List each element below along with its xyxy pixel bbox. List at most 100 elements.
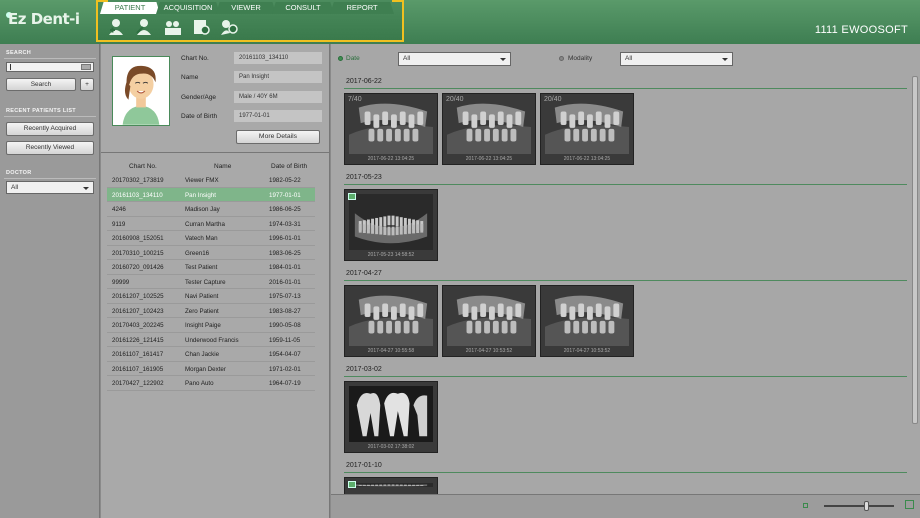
image-timestamp: 2017-06-22 13:04:25: [465, 156, 513, 162]
divider: [344, 472, 907, 473]
search-patient-icon[interactable]: [218, 17, 240, 37]
title-bar: Ez Dent-i PATIENT ACQUISITION VIEWER CON…: [0, 0, 920, 44]
image-thumbnail[interactable]: 20/40 2017-06-22 13:04:25: [442, 93, 536, 165]
image-group-date: 2017-01-10: [346, 462, 382, 469]
zoom-slider-handle[interactable]: [864, 501, 869, 511]
divider: [344, 184, 907, 185]
xray-image: [349, 386, 433, 442]
brand-label: 1111 EWOOSOFT: [814, 24, 908, 36]
image-group-date: 2017-06-22: [346, 78, 382, 85]
table-row[interactable]: 20170403_202245 Insight Paige 1990-05-08: [107, 318, 315, 333]
date-select[interactable]: All: [398, 52, 511, 66]
modality-radio[interactable]: [559, 56, 564, 61]
image-thumbnail[interactable]: 2017-04-27 10:55:58: [344, 285, 438, 357]
cell-name: Vatech Man: [185, 235, 218, 242]
divider: [344, 280, 907, 281]
table-row[interactable]: 20161226_121415 Underwood Francis 1959-11-…: [107, 333, 315, 347]
tab-patient[interactable]: PATIENT: [100, 2, 160, 14]
image-thumbnail[interactable]: 2017-03-02 17:38:02: [344, 381, 438, 453]
search-input[interactable]: [6, 62, 94, 72]
table-row[interactable]: 20161103_134110 Pan Insight 1977-01-01: [107, 187, 315, 202]
xray-image: [349, 98, 433, 154]
table-row[interactable]: 4246 Madison Jay 1986-06-25: [107, 202, 315, 217]
cell-dob: 1983-08-27: [269, 307, 301, 315]
table-row[interactable]: 20170427_122902 Pano Auto 1964-07-19: [107, 376, 315, 391]
cell-dob: 1983-06-25: [269, 249, 301, 257]
cell-chart-no: 20170427_122902: [112, 380, 164, 387]
gender-age-label: Gender/Age: [181, 94, 217, 101]
table-row[interactable]: 9119 Curran Martha 1974-03-31: [107, 217, 315, 231]
cell-chart-no: 20161226_121415: [112, 336, 164, 344]
patient-group-icon[interactable]: [162, 17, 184, 37]
vertical-scrollbar[interactable]: [912, 76, 918, 424]
image-timestamp: 2017-03-02 17:38:02: [367, 444, 415, 450]
cell-dob: 1975-07-13: [269, 293, 301, 300]
image-panel: Date All Modality All 2017-06-22 7/40 2017…: [331, 44, 920, 518]
xray-image: [349, 290, 433, 346]
xray-image: [349, 482, 433, 487]
tab-consult[interactable]: CONSULT: [272, 2, 334, 14]
table-row[interactable]: 99999 Tester Capture 2016-01-01: [107, 275, 315, 289]
zoom-slider[interactable]: [824, 501, 894, 511]
cell-name: Viewer FMX: [185, 177, 219, 184]
folder-icon: [348, 481, 356, 488]
cell-name: Chan Jackie: [185, 351, 220, 358]
col-chart-no[interactable]: Chart No.: [129, 163, 157, 170]
recently-viewed-button[interactable]: Recently Viewed: [6, 141, 94, 155]
cell-name: Insight Paige: [185, 322, 221, 329]
modality-select[interactable]: All: [620, 52, 733, 66]
table-row[interactable]: 20170310_100215 Green16 1983-06-25: [107, 246, 315, 260]
image-group-date: 2017-05-23: [346, 174, 382, 181]
import-icon[interactable]: [190, 17, 212, 37]
chart-no-label: Chart No.: [181, 55, 209, 62]
image-thumbnail[interactable]: 2017-05-23 14:58:52: [344, 189, 438, 261]
table-row[interactable]: 20160720_091426 Test Patient 1984-01-01: [107, 260, 315, 275]
tab-acquisition[interactable]: ACQUISITION: [156, 2, 220, 14]
patient-table-header: Chart No. Name Date of Birth: [107, 161, 315, 173]
cell-dob: 1971-02-01: [269, 365, 301, 373]
cell-dob: 2016-01-01: [269, 278, 301, 286]
add-patient-icon[interactable]: [106, 17, 128, 37]
plus-button[interactable]: +: [80, 78, 94, 91]
col-dob[interactable]: Date of Birth: [271, 163, 307, 170]
zoom-out-icon[interactable]: [803, 503, 808, 508]
divider: [4, 178, 96, 179]
table-row[interactable]: 20161107_161417 Chan Jackie 1954-04-07: [107, 347, 315, 362]
table-row[interactable]: 20160908_152051 Vatech Man 1996-01-01: [107, 231, 315, 246]
table-row[interactable]: 20161207_102423 Zero Patient 1983-08-27: [107, 304, 315, 318]
cell-dob: 1984-01-01: [269, 264, 301, 271]
image-timestamp: 2017-05-23 14:58:52: [367, 252, 415, 258]
search-section-title: SEARCH: [6, 50, 32, 56]
cell-chart-no: 4246: [112, 206, 126, 213]
table-row[interactable]: 20170302_173819 Viewer FMX 1982-05-22: [107, 173, 315, 188]
tab-report[interactable]: REPORT: [330, 2, 394, 14]
col-name[interactable]: Name: [214, 163, 231, 170]
modality-select-value: All: [625, 55, 633, 62]
more-details-button[interactable]: More Details: [236, 130, 320, 144]
image-thumbnail[interactable]: 2017-04-27 10:53:52: [540, 285, 634, 357]
main-tab-strip: PATIENT ACQUISITION VIEWER CONSULT REPOR…: [96, 0, 404, 42]
cell-chart-no: 20170403_202245: [112, 322, 164, 329]
image-thumbnail[interactable]: 2017-04-27 10:53:52: [442, 285, 536, 357]
patient-panel: Chart No. 20161103_134110 Name Pan Insig…: [101, 44, 330, 518]
cell-chart-no: 20161103_134110: [112, 191, 163, 199]
image-thumbnail[interactable]: 7/40 2017-06-22 13:04:25: [344, 93, 438, 165]
table-row[interactable]: 20161107_161905 Morgan Dexter 1971-02-01: [107, 362, 315, 376]
keyboard-icon[interactable]: [81, 64, 91, 70]
zoom-in-icon[interactable]: [905, 500, 914, 509]
chart-no-value: 20161103_134110: [234, 52, 322, 64]
date-radio[interactable]: [338, 56, 343, 61]
cell-chart-no: 20161207_102525: [112, 293, 164, 300]
recently-acquired-button[interactable]: Recently Acquired: [6, 122, 94, 136]
table-row[interactable]: 20161207_102525 Navi Patient 1975-07-13: [107, 289, 315, 304]
tab-viewer[interactable]: VIEWER: [216, 2, 276, 14]
cell-chart-no: 9119: [112, 220, 126, 228]
image-count-badge: 20/40: [544, 96, 562, 103]
image-thumbnail[interactable]: 20/40 2017-06-22 13:04:25: [540, 93, 634, 165]
cell-name: Zero Patient: [185, 307, 219, 315]
cell-name: Tester Capture: [185, 278, 226, 286]
search-button[interactable]: Search: [6, 78, 76, 91]
divider: [344, 376, 907, 377]
doctor-select[interactable]: All: [6, 181, 94, 194]
edit-patient-icon[interactable]: [134, 17, 156, 37]
